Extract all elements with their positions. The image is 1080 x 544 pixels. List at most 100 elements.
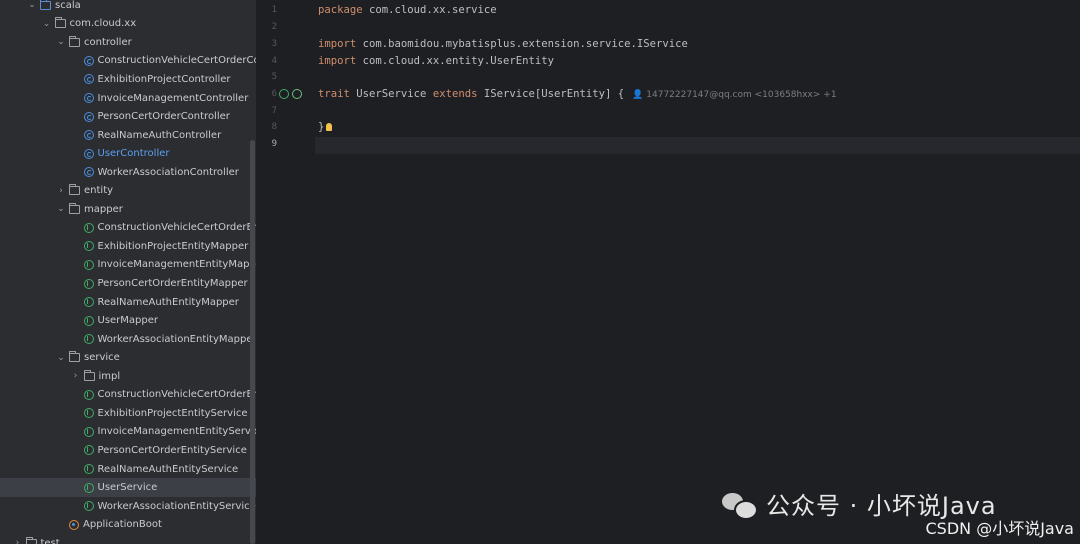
tree-item-label: impl [98, 370, 121, 382]
tree-item[interactable]: ⌄ com.cloud.xx [0, 15, 256, 34]
tree-item-label: service [84, 352, 120, 364]
chevron-down-icon[interactable]: ⌄ [27, 0, 37, 10]
object-icon [69, 519, 79, 530]
code-text: com.cloud.xx.service [362, 4, 497, 16]
tree-item[interactable]: ⌄ mapper [0, 200, 256, 219]
folder-icon [40, 0, 51, 10]
trait-icon [83, 482, 94, 493]
tree-item[interactable]: RealNameAuthController [0, 126, 256, 145]
csdn-watermark: CSDN @小坏说Java [925, 519, 1074, 538]
line-number: 2 [271, 22, 277, 32]
tree-item[interactable]: RealNameAuthEntityService [0, 460, 256, 479]
trait-icon [83, 297, 94, 308]
trait-icon [83, 315, 94, 326]
tree-item-label: UserController [97, 148, 170, 160]
chevron-right-icon[interactable]: › [71, 371, 81, 381]
class-icon [83, 111, 94, 122]
tree-item-label: WorkerAssociationEntityService [97, 500, 256, 512]
trait-icon [83, 222, 94, 233]
code-line-1[interactable]: package com.cloud.xx.service [318, 4, 497, 16]
lightbulb-icon[interactable] [326, 123, 333, 131]
tree-item[interactable]: ConstructionVehicleCertOrderCo [0, 52, 256, 71]
code-line-3[interactable]: import com.baomidou.mybatisplus.extensio… [318, 38, 688, 50]
tree-item-label: test [40, 537, 60, 544]
code-editor[interactable]: package com.cloud.xx.service import com.… [318, 0, 1080, 544]
tree-item[interactable]: ApplicationBoot [0, 515, 256, 534]
tree-item[interactable]: UserMapper [0, 311, 256, 330]
tree-item-label: RealNameAuthEntityMapper [97, 296, 239, 308]
tree-item[interactable]: PersonCertOrderEntityMapper [0, 274, 256, 293]
tree-item-label: scala [55, 0, 81, 11]
tree-item[interactable]: ExhibitionProjectEntityService [0, 404, 256, 423]
wechat-icon [722, 491, 758, 520]
tree-item[interactable]: ExhibitionProjectEntityMapper [0, 237, 256, 256]
trait-icon [83, 408, 94, 419]
tree-item-label: InvoiceManagementController [97, 92, 249, 104]
tree-item[interactable]: WorkerAssociationEntityService [0, 497, 256, 516]
code-line-8[interactable]: } [318, 121, 333, 133]
keyword: trait [318, 88, 350, 100]
trait-icon [83, 426, 94, 437]
trait-icon [83, 501, 94, 512]
tree-item[interactable]: › impl [0, 367, 256, 386]
tree-item[interactable]: ⌄ service [0, 348, 256, 367]
code-line-4[interactable]: import com.cloud.xx.entity.UserEntity [318, 55, 554, 67]
tree-item-label: entity [84, 185, 114, 197]
tree-item-label: InvoiceManagementEntityMapp [97, 259, 256, 271]
tree-item[interactable]: ⌄ scala [0, 0, 256, 15]
chevron-down-icon[interactable]: ⌄ [56, 204, 66, 214]
tree-item[interactable]: UserController [0, 144, 256, 163]
tree-item[interactable]: InvoiceManagementController [0, 89, 256, 108]
tree-item[interactable]: PersonCertOrderEntityService [0, 441, 256, 460]
trait-icon [83, 334, 94, 345]
trait-icon [83, 445, 94, 456]
keyword: package [318, 4, 363, 16]
chevron-right-icon[interactable]: › [56, 186, 66, 196]
tree-item[interactable]: ConstructionVehicleCertOrderEr [0, 386, 256, 405]
tree-item-label: com.cloud.xx [69, 18, 137, 30]
author-inlay-hint[interactable]: 👤 14772227147@qq.com <103658hxx> +1 [632, 90, 836, 100]
tree-item-label: PersonCertOrderController [97, 111, 230, 123]
trait-icon [83, 259, 94, 270]
chevron-down-icon[interactable]: ⌄ [56, 37, 66, 47]
code-line-6[interactable]: trait UserService extends IService[UserE… [318, 88, 837, 100]
tree-item[interactable]: PersonCertOrderController [0, 107, 256, 126]
tree-item-label: UserService [97, 482, 158, 494]
tree-item[interactable]: InvoiceManagementEntityServic [0, 423, 257, 442]
tree-item[interactable]: WorkerAssociationController [0, 163, 256, 182]
folder-icon [83, 369, 95, 381]
tree-item[interactable]: UserService [0, 478, 256, 497]
tree-item-label: ConstructionVehicleCertOrderEr [97, 222, 257, 234]
line-number: 1 [271, 5, 277, 15]
tree-item[interactable]: › entity [0, 182, 256, 201]
tree-item[interactable]: InvoiceManagementEntityMapp [0, 256, 256, 275]
author-hint-text: 14772227147@qq.com <103658hxx> +1 [646, 90, 837, 100]
tree-item[interactable]: WorkerAssociationEntityMappe [0, 330, 256, 349]
trait-icon [83, 389, 94, 400]
folder-icon [69, 184, 80, 196]
tree-item-label: InvoiceManagementEntityServic [97, 426, 257, 438]
code-text: IService[UserEntity] { [477, 88, 625, 100]
line-number: 8 [271, 122, 277, 132]
tree-item[interactable]: ExhibitionProjectController [0, 70, 256, 89]
tree-item[interactable]: ⌄ controller [0, 33, 256, 52]
project-tree-scrollbar[interactable] [250, 140, 255, 544]
person-icon: 👤 [632, 90, 644, 100]
class-icon [83, 55, 94, 66]
chevron-right-icon[interactable]: › [13, 538, 23, 544]
tree-item-label: PersonCertOrderEntityMapper [97, 278, 248, 290]
tree-item[interactable]: ConstructionVehicleCertOrderEr [0, 219, 257, 238]
class-icon [83, 148, 94, 159]
chevron-down-icon[interactable]: ⌄ [56, 353, 66, 363]
keyword: extends [432, 88, 478, 100]
tree-item[interactable]: RealNameAuthEntityMapper [0, 293, 256, 312]
line-number: 5 [271, 72, 277, 82]
tree-item[interactable]: › test [0, 534, 256, 544]
tree-item-label: RealNameAuthEntityService [97, 463, 239, 475]
chevron-down-icon[interactable]: ⌄ [42, 19, 52, 29]
tree-item-label: WorkerAssociationController [97, 166, 239, 178]
tree-item-label: ExhibitionProjectEntityMapper [97, 240, 249, 252]
implementing-icon[interactable] [292, 89, 302, 99]
tree-item-label: WorkerAssociationEntityMappe [97, 333, 253, 345]
implemented-icon[interactable] [279, 89, 289, 99]
